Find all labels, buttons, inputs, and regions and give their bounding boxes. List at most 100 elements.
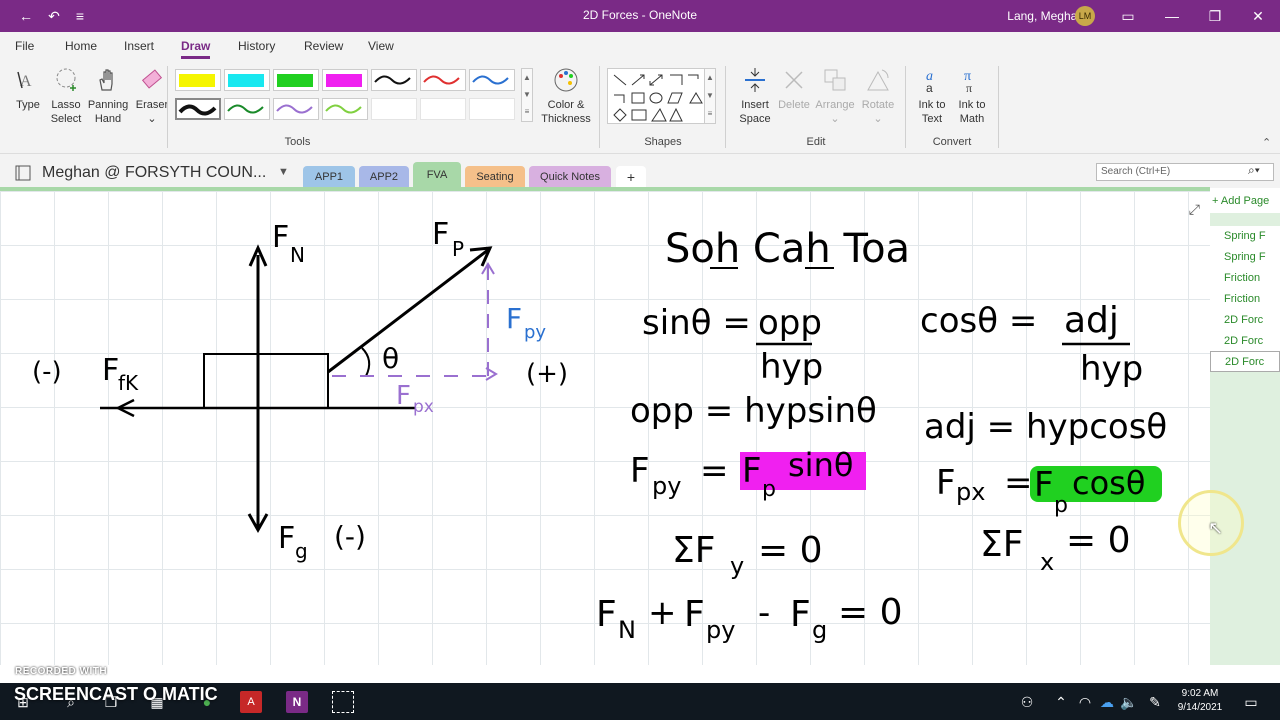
expand-icon[interactable]: ⤢ bbox=[1189, 201, 1200, 218]
color-label-1: Color & bbox=[547, 99, 585, 111]
edit-group-label: Edit bbox=[806, 136, 826, 148]
delete-icon bbox=[785, 71, 803, 89]
rotate-button[interactable]: Rotate ⌄ bbox=[858, 66, 898, 126]
fn-label: F bbox=[272, 220, 289, 255]
pen-empty-slot[interactable] bbox=[371, 98, 417, 120]
menu-insert[interactable]: Insert bbox=[124, 39, 154, 53]
watermark-screencast-o-matic: SCREENCAST O MATIC bbox=[14, 684, 218, 704]
show-hidden-icons[interactable]: ⌃ bbox=[1050, 691, 1072, 713]
onedrive-icon[interactable]: ☁ bbox=[1096, 691, 1118, 713]
page-item[interactable]: Friction bbox=[1210, 268, 1280, 289]
lasso-select-button[interactable]: Lasso Select bbox=[48, 66, 84, 126]
user-name[interactable]: Lang, Meghan bbox=[1007, 9, 1084, 23]
minimize-icon[interactable]: — bbox=[1162, 6, 1182, 26]
pen-gallery-scroll[interactable]: ▲ ▼ ≡ bbox=[521, 68, 533, 122]
add-page-button[interactable]: + Add Page bbox=[1210, 191, 1280, 213]
pen-icon[interactable]: ✎ bbox=[1144, 691, 1166, 713]
pen-light-green[interactable] bbox=[322, 98, 368, 120]
notebook-dropdown-icon[interactable]: ▼ bbox=[278, 166, 289, 178]
pen-red[interactable] bbox=[420, 69, 466, 91]
insert-space-button[interactable]: Insert Space bbox=[735, 66, 775, 126]
ink-to-math-button[interactable]: ππ Ink to Math bbox=[952, 66, 992, 126]
shapes-icon bbox=[613, 74, 703, 122]
close-icon[interactable]: ✕ bbox=[1248, 6, 1268, 26]
pen-yellow[interactable] bbox=[175, 69, 221, 91]
arrange-button[interactable]: Arrange ⌄ bbox=[813, 66, 857, 126]
notifications-icon[interactable]: ▭ bbox=[1240, 691, 1262, 713]
menu-file[interactable]: File bbox=[15, 39, 34, 53]
page-item[interactable]: Spring F bbox=[1210, 226, 1280, 247]
menu-review[interactable]: Review bbox=[304, 39, 343, 53]
shapes-gallery[interactable] bbox=[607, 68, 705, 124]
pages-pane: + Add Page Spring F Spring F Friction Fr… bbox=[1210, 191, 1280, 665]
page-item[interactable]: 2D Forc bbox=[1210, 310, 1280, 331]
menu-draw[interactable]: Draw bbox=[181, 39, 211, 59]
notebook-name[interactable]: Meghan @ FORSYTH COUN... bbox=[42, 164, 266, 182]
sum-fy: ΣF bbox=[672, 530, 715, 571]
soh-cah-toa: Soh Cah Toa bbox=[665, 226, 910, 272]
pen-blue[interactable] bbox=[469, 69, 515, 91]
chevron-down-icon[interactable]: ⌄ bbox=[830, 113, 839, 125]
display-mode-icon[interactable]: ▭ bbox=[1118, 6, 1138, 26]
people-icon[interactable]: ⚇ bbox=[1016, 691, 1038, 713]
fg-label: F bbox=[278, 521, 295, 556]
collapse-ribbon-icon[interactable]: ⌃ bbox=[1262, 136, 1271, 149]
page-item[interactable]: 2D Forc bbox=[1210, 331, 1280, 352]
tools-group-label: Tools bbox=[284, 136, 311, 148]
restore-icon[interactable]: ❐ bbox=[1205, 6, 1225, 26]
divider bbox=[905, 66, 906, 148]
color-thickness-button[interactable]: Color & Thickness bbox=[538, 66, 594, 126]
onenote-icon[interactable]: N bbox=[286, 691, 308, 713]
eraser-button[interactable]: Eraser ⌄ bbox=[134, 66, 170, 126]
cos-denominator: hyp bbox=[1080, 349, 1143, 389]
tab-seating[interactable]: Seating bbox=[465, 166, 525, 188]
color-label-2: Thickness bbox=[541, 113, 591, 125]
type-button[interactable]: A Type bbox=[10, 66, 46, 112]
tab-fva[interactable]: FVA bbox=[413, 162, 461, 188]
svg-text:π: π bbox=[966, 81, 972, 94]
shapes-gallery-scroll[interactable]: ▲ ▼ ≡ bbox=[704, 68, 716, 124]
page-canvas[interactable]: F N F P F py F px F fK F g (-) (+) (-) θ… bbox=[0, 191, 1210, 665]
chevron-down-icon[interactable]: ⌄ bbox=[873, 113, 882, 125]
pen-dark-green[interactable] bbox=[224, 98, 270, 120]
adj-equation: adj = hypcosθ bbox=[924, 407, 1167, 447]
panning-hand-button[interactable]: Panning Hand bbox=[86, 66, 130, 126]
acrobat-icon[interactable]: A bbox=[240, 691, 262, 713]
volume-icon[interactable]: 🔈 bbox=[1118, 691, 1140, 713]
clock-date: 9/14/2021 bbox=[1177, 702, 1223, 713]
network-icon[interactable]: ◠ bbox=[1074, 691, 1096, 713]
panning-label-2: Hand bbox=[94, 113, 122, 125]
notebook-icon[interactable] bbox=[14, 164, 34, 182]
menu-home[interactable]: Home bbox=[65, 39, 97, 53]
delete-label: Delete bbox=[778, 99, 810, 111]
clock[interactable]: 9:02 AM 9/14/2021 bbox=[1168, 687, 1232, 715]
pen-cyan[interactable] bbox=[224, 69, 270, 91]
pen-magenta[interactable] bbox=[322, 69, 368, 91]
negative-left-label: (-) bbox=[32, 357, 62, 387]
chevron-down-icon[interactable]: ⌄ bbox=[147, 113, 156, 125]
fpx-label: F bbox=[396, 381, 411, 411]
search-icon[interactable]: ⌕▾ bbox=[1248, 163, 1260, 178]
sin-numerator: opp bbox=[758, 303, 822, 343]
avatar[interactable]: LM bbox=[1075, 6, 1095, 26]
tab-app1[interactable]: APP1 bbox=[303, 166, 355, 188]
menu-view[interactable]: View bbox=[368, 39, 394, 53]
pen-black[interactable] bbox=[371, 69, 417, 91]
plus-icon: + bbox=[1212, 195, 1221, 207]
tab-quick-notes[interactable]: Quick Notes bbox=[529, 166, 611, 188]
add-section-button[interactable]: + bbox=[616, 166, 646, 188]
page-item-active[interactable]: 2D Forc bbox=[1210, 351, 1280, 372]
pen-purple[interactable] bbox=[273, 98, 319, 120]
pen-empty-slot[interactable] bbox=[469, 98, 515, 120]
fpy-eq-equals: = bbox=[700, 451, 729, 491]
tab-app2[interactable]: APP2 bbox=[359, 166, 409, 188]
snipping-tool-icon[interactable] bbox=[332, 691, 354, 713]
pen-empty-slot[interactable] bbox=[420, 98, 466, 120]
page-item[interactable]: Spring F bbox=[1210, 247, 1280, 268]
pen-green[interactable] bbox=[273, 69, 319, 91]
page-item[interactable]: Friction bbox=[1210, 289, 1280, 310]
pen-black-thick[interactable] bbox=[175, 98, 221, 120]
ink-to-text-button[interactable]: aa Ink to Text bbox=[912, 66, 952, 126]
delete-button[interactable]: Delete bbox=[776, 66, 812, 112]
menu-history[interactable]: History bbox=[238, 39, 275, 53]
